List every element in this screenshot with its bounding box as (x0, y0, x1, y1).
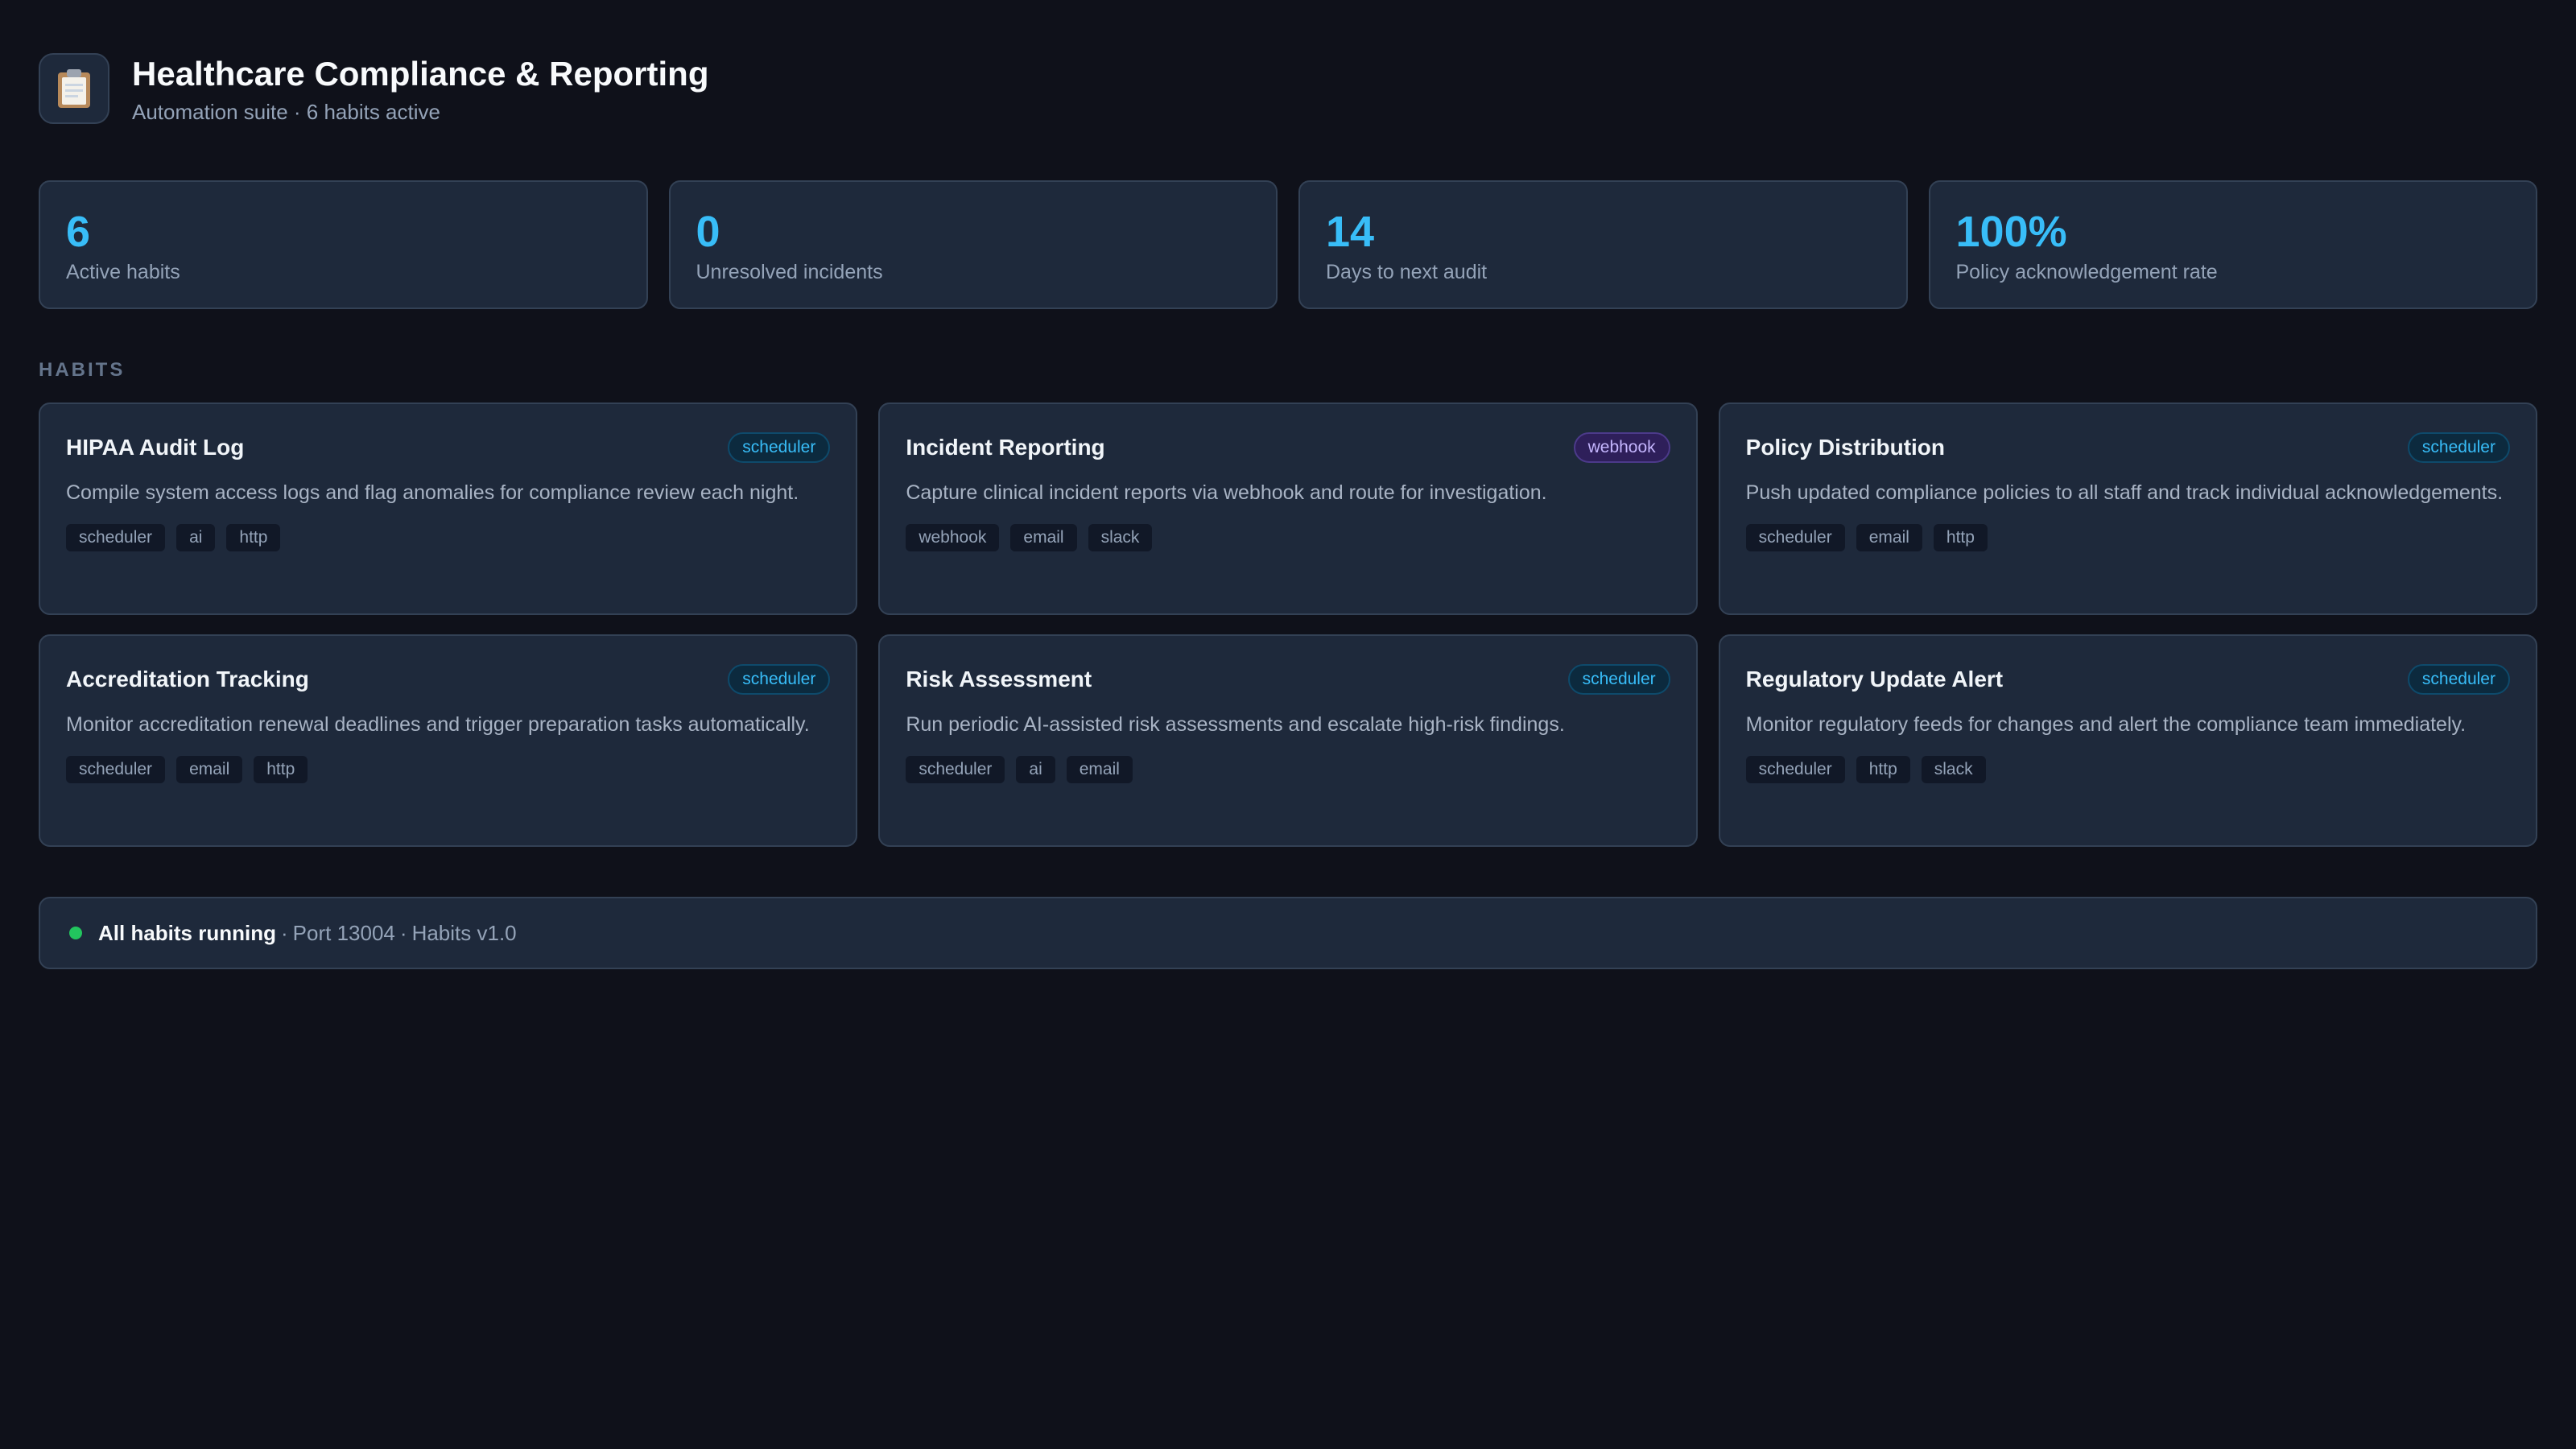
stat-card-active-habits: 6 Active habits (39, 180, 648, 309)
tag: email (1856, 524, 1922, 551)
habit-card-accreditation-tracking[interactable]: Accreditation Tracking scheduler Monitor… (39, 634, 858, 847)
tag: slack (1088, 524, 1153, 551)
stat-label: Unresolved incidents (696, 261, 883, 283)
habit-name: Regulatory Update Alert (1745, 667, 2004, 691)
separator: · (399, 920, 407, 945)
trigger-badge: scheduler (2407, 432, 2510, 463)
status-label: All habits running (98, 920, 276, 945)
habit-card-incident-reporting[interactable]: Incident Reporting webhook Capture clini… (878, 402, 1698, 615)
tag: http (254, 756, 308, 783)
tag: email (1066, 756, 1133, 783)
trigger-badge: webhook (1573, 432, 1670, 463)
habit-description: Monitor accreditation renewal deadlines … (66, 713, 810, 736)
trigger-badge: scheduler (1567, 664, 1670, 695)
tag: email (176, 756, 243, 783)
stats-row: 6 Active habits 0 Unresolved incidents 1… (39, 180, 2537, 309)
habit-description: Capture clinical incident reports via we… (906, 481, 1547, 504)
separator: · (281, 920, 288, 945)
tag: http (1856, 756, 1910, 783)
habit-card-hipaa-audit-log[interactable]: HIPAA Audit Log scheduler Compile system… (39, 402, 858, 615)
habit-card-risk-assessment[interactable]: Risk Assessment scheduler Run periodic A… (878, 634, 1698, 847)
tag: scheduler (66, 524, 166, 551)
stat-value: 6 (66, 208, 91, 256)
habit-card-regulatory-update-alert[interactable]: Regulatory Update Alert scheduler Monito… (1718, 634, 2537, 847)
status-bar: All habits running · Port 13004 · Habits… (39, 897, 2537, 969)
habit-name: Incident Reporting (906, 435, 1105, 460)
trigger-badge: scheduler (2407, 664, 2510, 695)
status-port: Port 13004 (292, 920, 395, 945)
tag: slack (1921, 756, 1986, 783)
stat-value: 0 (696, 208, 720, 256)
habit-name: Accreditation Tracking (66, 667, 309, 691)
tag: ai (1016, 756, 1055, 783)
habit-description: Run periodic AI-assisted risk assessment… (906, 713, 1565, 736)
habit-name: HIPAA Audit Log (66, 435, 245, 460)
tag-list: scheduler email http (66, 756, 830, 783)
habits-grid: HIPAA Audit Log scheduler Compile system… (39, 402, 2537, 847)
trigger-badge: scheduler (728, 664, 831, 695)
habits-section-heading: HABITS (39, 359, 126, 381)
stat-card-policy-ack-rate: 100% Policy acknowledgement rate (1928, 180, 2537, 309)
stat-label: Active habits (66, 261, 180, 283)
stat-value: 100% (1955, 208, 2067, 256)
status-version: Habits v1.0 (411, 920, 517, 945)
habit-name: Risk Assessment (906, 667, 1092, 691)
stat-card-unresolved-incidents: 0 Unresolved incidents (668, 180, 1278, 309)
tag: http (1933, 524, 1988, 551)
dashboard-page: Healthcare Compliance & Reporting Automa… (0, 0, 2576, 1449)
tag-list: scheduler ai email (906, 756, 1670, 783)
tag: scheduler (66, 756, 166, 783)
tag: scheduler (1745, 756, 1845, 783)
tag-list: scheduler ai http (66, 524, 830, 551)
habit-name: Policy Distribution (1745, 435, 1946, 460)
tag-list: scheduler email http (1745, 524, 2510, 551)
header: Healthcare Compliance & Reporting Automa… (39, 52, 708, 126)
clipboard-icon (39, 53, 109, 124)
stat-label: Policy acknowledgement rate (1955, 261, 2218, 283)
tag-list: webhook email slack (906, 524, 1670, 551)
tag: email (1010, 524, 1077, 551)
stat-card-days-to-audit: 14 Days to next audit (1298, 180, 1908, 309)
trigger-badge: scheduler (728, 432, 831, 463)
tag: http (226, 524, 281, 551)
habit-description: Compile system access logs and flag anom… (66, 481, 799, 504)
habit-description: Monitor regulatory feeds for changes and… (1745, 713, 2467, 736)
tag: scheduler (906, 756, 1005, 783)
stat-value: 14 (1326, 208, 1375, 256)
habit-description: Push updated compliance policies to all … (1745, 481, 2504, 504)
status-indicator-icon (69, 927, 82, 939)
stat-label: Days to next audit (1326, 261, 1488, 283)
tag-list: scheduler http slack (1745, 756, 2510, 783)
habit-card-policy-distribution[interactable]: Policy Distribution scheduler Push updat… (1718, 402, 2537, 615)
page-title: Healthcare Compliance & Reporting (132, 55, 709, 93)
tag: scheduler (1745, 524, 1845, 551)
tag: ai (176, 524, 216, 551)
tag: webhook (906, 524, 1000, 551)
page-subtitle: Automation suite · 6 habits active (132, 100, 440, 124)
